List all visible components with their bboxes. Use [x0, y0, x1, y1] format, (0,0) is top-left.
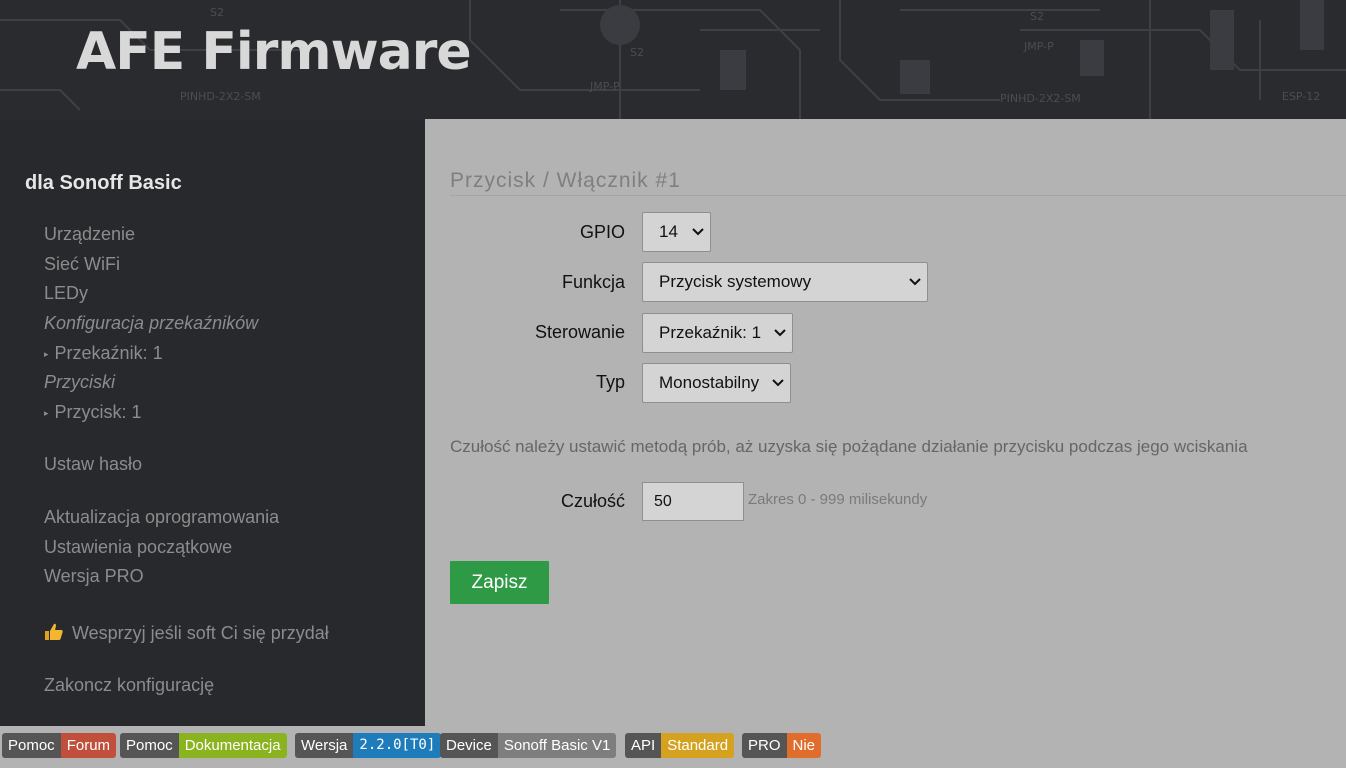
sidebar-item-firmware-update[interactable]: Aktualizacja oprogramowania [44, 507, 279, 528]
badge-key: API [625, 733, 662, 758]
funkcja-select[interactable]: Przycisk systemowy [642, 262, 928, 302]
badge-value: Dokumentacja [178, 733, 287, 758]
badge-key: Pomoc [2, 733, 61, 758]
badge-api[interactable]: API Standard [625, 733, 735, 758]
svg-text:S2: S2 [630, 46, 644, 59]
chevron-down-icon [772, 379, 784, 387]
sensitivity-input[interactable]: 50 [642, 482, 744, 521]
typ-label: Typ [595, 372, 625, 392]
main-content: Przycisk / Włącznik #1 GPIO 14 Funkcja P… [425, 119, 1346, 726]
sterowanie-select-value: Przekaźnik: 1 [659, 323, 762, 342]
save-button[interactable]: Zapisz [450, 561, 549, 604]
svg-text:S2: S2 [1030, 10, 1044, 23]
sidebar-item-finish[interactable]: Zakoncz konfigurację [44, 675, 214, 696]
badge-pro[interactable]: PRO Nie [742, 733, 822, 758]
badge-key: Pomoc [120, 733, 179, 758]
sidebar-item-label: Przekaźnik: 1 [54, 343, 163, 363]
sidebar-section-buttons: Przyciski [44, 372, 115, 392]
chevron-down-icon [774, 329, 786, 337]
svg-text:PINHD-2X2-SM: PINHD-2X2-SM [180, 90, 261, 103]
badge-value: Sonoff Basic V1 [497, 733, 617, 758]
sidebar-item-set-password[interactable]: Ustaw hasło [44, 454, 142, 475]
app-title: AFE Firmware [76, 22, 472, 82]
sidebar-item-button-1[interactable]: ▸ Przycisk: 1 [44, 402, 142, 423]
sterowanie-label: Sterowanie [534, 322, 625, 342]
footer-badges: Pomoc Forum Pomoc Dokumentacja Wersja 2.… [0, 726, 1346, 768]
sidebar-item-pro-version[interactable]: Wersja PRO [44, 566, 144, 587]
sidebar-item-device[interactable]: Urządzenie [44, 224, 135, 245]
badge-device[interactable]: Device Sonoff Basic V1 [440, 733, 617, 758]
svg-text:ESP-12: ESP-12 [1282, 90, 1320, 103]
typ-select[interactable]: Monostabilny [642, 363, 791, 403]
svg-text:JMP-P: JMP-P [589, 80, 620, 93]
sidebar-item-leds[interactable]: LEDy [44, 283, 88, 304]
bullet-triangle-icon: ▸ [44, 349, 49, 359]
sidebar: dla Sonoff Basic Urządzenie Sieć WiFi LE… [0, 119, 425, 726]
svg-text:JMP-P: JMP-P [1023, 40, 1054, 53]
bullet-triangle-icon: ▸ [44, 408, 49, 418]
badge-version[interactable]: Wersja 2.2.0[T0] [295, 733, 442, 758]
badge-key: Wersja [295, 733, 354, 758]
header-banner: S2 JMP-P S2 S2 JMP-P PINHD-2X2-SM ESP-12… [0, 0, 1346, 119]
funkcja-label: Funkcja [561, 272, 625, 292]
sidebar-item-label: Przycisk: 1 [54, 402, 142, 422]
funkcja-select-value: Przycisk systemowy [659, 272, 812, 291]
typ-select-value: Monostabilny [659, 373, 760, 392]
chevron-down-icon [692, 228, 704, 236]
gpio-label: GPIO [579, 222, 625, 242]
sidebar-item-label: Wesprzyj jeśli soft Ci się przydał [72, 623, 329, 643]
sensitivity-range-hint: Zakres 0 - 999 milisekundy [748, 491, 928, 508]
badge-key: PRO [742, 733, 787, 758]
sensitivity-hint: Czułość należy ustawić metodą prób, aż u… [450, 437, 1248, 456]
sidebar-section-relays: Konfiguracja przekaźników [44, 313, 259, 333]
badge-value: Nie [786, 733, 822, 758]
badge-help-docs[interactable]: Pomoc Dokumentacja [120, 733, 287, 758]
svg-text:PINHD-2X2-SM: PINHD-2X2-SM [1000, 92, 1081, 105]
svg-text:S2: S2 [210, 6, 224, 19]
sidebar-item-factory-reset[interactable]: Ustawienia początkowe [44, 537, 232, 558]
badge-value: Standard [661, 733, 735, 758]
page-title: Przycisk / Włącznik #1 [450, 169, 681, 192]
badge-key: Device [440, 733, 498, 758]
sidebar-item-relay-1[interactable]: ▸ Przekaźnik: 1 [44, 343, 163, 364]
chevron-down-icon [909, 278, 921, 286]
divider [450, 195, 1346, 196]
czulosc-label: Czułość [560, 491, 625, 511]
device-title: dla Sonoff Basic [25, 172, 182, 194]
sterowanie-select[interactable]: Przekaźnik: 1 [642, 313, 793, 353]
sidebar-item-wifi[interactable]: Sieć WiFi [44, 254, 120, 275]
sidebar-item-donate[interactable]: Wesprzyj jeśli soft Ci się przydał [44, 623, 329, 644]
thumbs-up-icon [45, 623, 63, 640]
gpio-select-value: 14 [659, 222, 678, 241]
gpio-select[interactable]: 14 [642, 212, 711, 252]
badge-help-forum[interactable]: Pomoc Forum [2, 733, 117, 758]
badge-value: 2.2.0[T0] [353, 733, 442, 758]
badge-value: Forum [60, 733, 117, 758]
